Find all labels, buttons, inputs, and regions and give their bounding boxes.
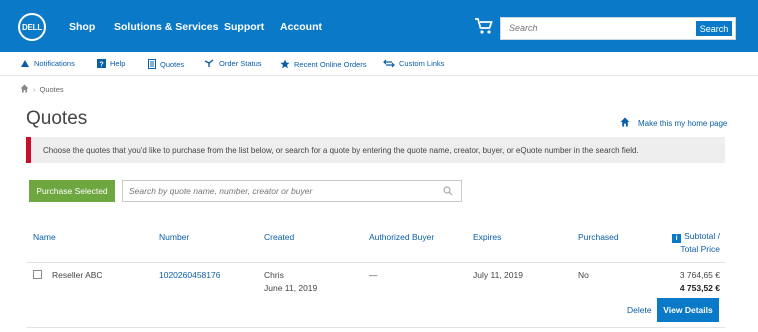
subnav-custom-links[interactable]: Custom Links — [383, 59, 444, 68]
make-home-page-link[interactable]: Make this my home page — [620, 117, 727, 129]
purchase-selected-button[interactable]: Purchase Selected — [29, 180, 115, 202]
nav-shop[interactable]: Shop — [69, 21, 95, 33]
delete-quote-link[interactable]: Delete — [627, 305, 652, 315]
info-icon[interactable]: i — [672, 234, 682, 243]
subnav-quotes[interactable]: Quotes — [148, 59, 184, 69]
column-header-authorized-buyer[interactable]: Authorized Buyer — [369, 232, 434, 242]
search-icon[interactable] — [443, 186, 453, 198]
secondary-navigation: Notifications ? Help Quotes Order Status… — [0, 52, 758, 76]
subnav-help[interactable]: ? Help — [97, 59, 125, 68]
home-icon — [620, 117, 630, 129]
quote-search-input[interactable] — [129, 186, 429, 196]
home-icon[interactable] — [20, 84, 29, 95]
nav-account[interactable]: Account — [280, 21, 322, 33]
view-details-button[interactable]: View Details — [657, 298, 719, 322]
subnav-label: Recent Online Orders — [294, 59, 367, 69]
column-header-purchased[interactable]: Purchased — [578, 232, 619, 242]
table-divider — [26, 327, 725, 328]
make-home-page-label: Make this my home page — [638, 118, 728, 128]
quote-search — [122, 180, 462, 202]
breadcrumb: › Quotes — [20, 84, 64, 95]
row-select-checkbox[interactable] — [33, 270, 42, 279]
quote-expires: July 11, 2019 — [473, 270, 523, 280]
column-header-expires[interactable]: Expires — [473, 232, 501, 242]
subnav-order-status[interactable]: Order Status — [204, 59, 262, 68]
quote-creator: Chris — [264, 270, 284, 280]
column-header-name[interactable]: Name — [33, 232, 56, 242]
subtotal-header-label: Subtotal / — [684, 231, 720, 241]
quote-purchased: No — [578, 270, 589, 280]
bell-icon — [20, 59, 30, 68]
column-header-number[interactable]: Number — [159, 232, 189, 242]
link-arrows-icon — [383, 59, 395, 68]
total-header-label: Total Price — [680, 244, 720, 254]
quote-authorized-buyer: — — [369, 270, 378, 280]
table-divider — [26, 262, 725, 263]
subnav-label: Custom Links — [399, 59, 445, 68]
site-search: Search — [500, 17, 736, 40]
site-search-input[interactable] — [509, 23, 689, 33]
cart-icon[interactable] — [474, 17, 494, 35]
column-header-subtotal-total[interactable]: i Subtotal / Total Price — [640, 230, 720, 256]
star-icon — [280, 59, 290, 69]
subnav-notifications[interactable]: Notifications — [20, 59, 75, 68]
nav-support[interactable]: Support — [224, 21, 264, 33]
quote-created-date: June 11, 2019 — [264, 283, 318, 293]
subnav-label: Notifications — [34, 59, 75, 68]
breadcrumb-current: Quotes — [39, 85, 64, 94]
quote-total: 4 753,52 € — [679, 283, 720, 293]
breadcrumb-separator-icon: › — [33, 85, 36, 94]
help-icon: ? — [97, 59, 106, 68]
dell-logo[interactable]: DELL — [18, 13, 46, 41]
page-title: Quotes — [26, 108, 88, 129]
column-header-created[interactable]: Created — [264, 232, 294, 242]
subnav-label: Order Status — [219, 59, 262, 68]
document-icon — [148, 59, 156, 69]
svg-text:?: ? — [99, 62, 103, 69]
subnav-label: Help — [110, 59, 126, 68]
subnav-recent-orders[interactable]: Recent Online Orders — [280, 59, 367, 69]
top-navigation-bar: DELL Shop Solutions & Services Support A… — [0, 0, 758, 52]
subnav-label: Quotes — [160, 59, 185, 69]
quote-number-link[interactable]: 1020260458176 — [159, 270, 220, 280]
quote-name: Reseller ABC — [52, 270, 103, 280]
truck-icon — [204, 59, 215, 68]
nav-solutions-services[interactable]: Solutions & Services — [114, 21, 218, 33]
quote-subtotal: 3 764,65 € — [679, 270, 720, 280]
site-search-button[interactable]: Search — [695, 20, 733, 37]
notice-text: Choose the quotes that you'd like to pur… — [43, 145, 639, 155]
instruction-notice: Choose the quotes that you'd like to pur… — [26, 137, 725, 163]
